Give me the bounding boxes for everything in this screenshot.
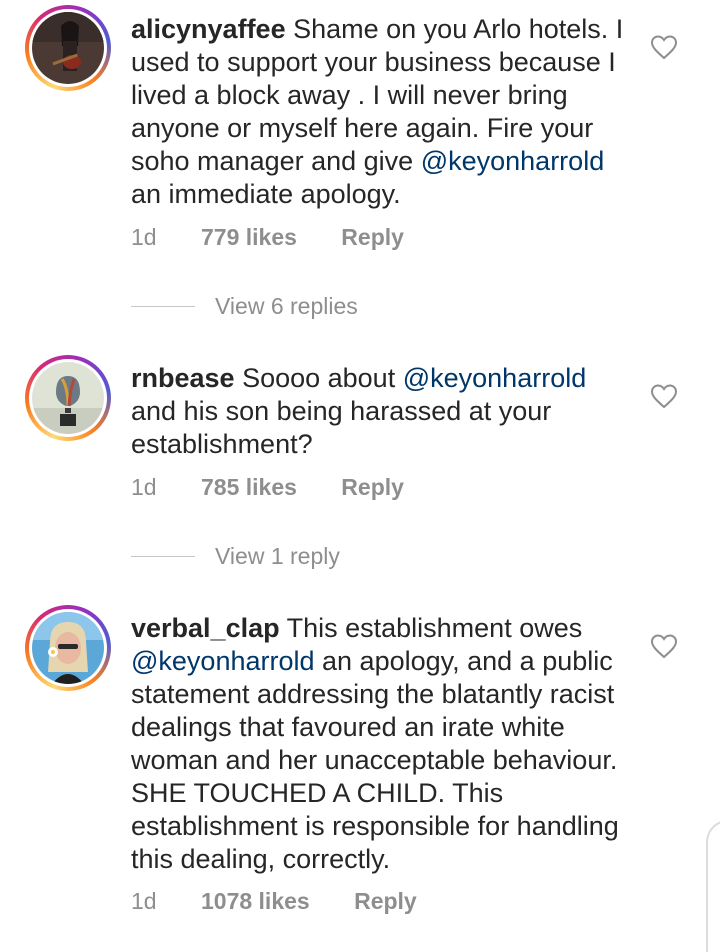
comment-text: alicynyaffee Shame on you Arlo hotels. I… — [131, 14, 624, 209]
hot-air-balloon-avatar-icon — [32, 362, 104, 434]
heart-outline-icon[interactable] — [650, 34, 678, 60]
divider — [131, 555, 195, 557]
likes-count[interactable]: 1078 likes — [201, 888, 310, 915]
woman-with-flower-avatar-icon — [32, 612, 104, 684]
heart-outline-icon[interactable] — [650, 383, 678, 409]
reply-button[interactable]: Reply — [354, 888, 417, 915]
comment-text: verbal_clap This establishment owes @key… — [131, 613, 619, 874]
mention-link[interactable]: @keyonharrold — [403, 363, 587, 393]
avatar[interactable] — [25, 605, 111, 691]
comment-time: 1d — [131, 224, 157, 250]
comment-meta: 1d 779 likes Reply — [131, 224, 404, 251]
likes-count[interactable]: 785 likes — [201, 474, 297, 501]
comment-meta: 1d 785 likes Reply — [131, 474, 404, 501]
comment-text: rnbease Soooo about @keyonharrold and hi… — [131, 363, 587, 459]
comment-username[interactable]: alicynyaffee — [131, 14, 286, 44]
reply-button[interactable]: Reply — [341, 474, 404, 501]
comment-time: 1d — [131, 888, 157, 914]
comment-time: 1d — [131, 474, 157, 500]
avatar[interactable] — [25, 355, 111, 441]
comment-username[interactable]: verbal_clap — [131, 613, 280, 643]
view-replies-button[interactable]: View 6 replies — [131, 291, 358, 321]
mention-link[interactable]: @keyonharrold — [131, 646, 315, 676]
comment-meta: 1d 1078 likes Reply — [131, 888, 417, 915]
heart-outline-icon[interactable] — [650, 633, 678, 659]
comment-username[interactable]: rnbease — [131, 363, 235, 393]
divider — [131, 305, 195, 307]
mention-link[interactable]: @keyonharrold — [421, 146, 605, 176]
guitarist-avatar-icon — [32, 12, 104, 84]
screen-edge-overlay — [706, 820, 720, 952]
reply-button[interactable]: Reply — [341, 224, 404, 251]
likes-count[interactable]: 779 likes — [201, 224, 297, 251]
view-replies-button[interactable]: View 1 reply — [131, 541, 340, 571]
avatar[interactable] — [25, 5, 111, 91]
